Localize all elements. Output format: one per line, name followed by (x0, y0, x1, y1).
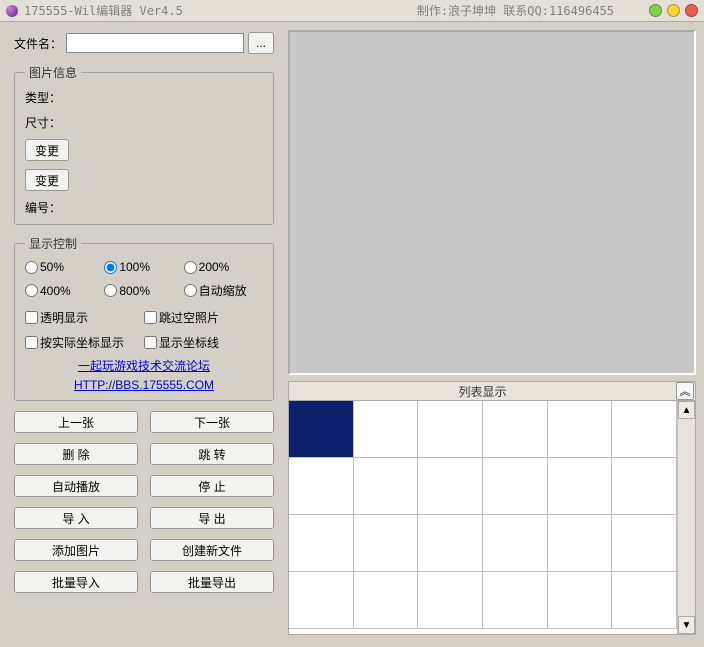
chk-real-coord[interactable]: 按实际坐标显示 (25, 334, 144, 351)
scroll-up-icon[interactable]: ▲ (678, 401, 695, 419)
list-item[interactable] (289, 401, 354, 458)
size-label: 尺寸： (25, 114, 263, 131)
list-item[interactable] (483, 401, 548, 458)
list-item[interactable] (354, 515, 419, 572)
list-item[interactable] (354, 401, 419, 458)
list-title: 列表显示 (458, 385, 506, 399)
chk-skip-empty[interactable]: 跳过空照片 (144, 309, 263, 326)
prev-button[interactable]: 上一张 (14, 411, 138, 433)
forum-link[interactable]: 一起玩游戏技术交流论坛 (78, 357, 210, 374)
batch-export-button[interactable]: 批量导出 (150, 571, 274, 593)
list-item[interactable] (612, 458, 677, 515)
maximize-button[interactable] (667, 4, 680, 17)
change-button-1[interactable]: 变更 (25, 139, 69, 161)
filename-input[interactable] (66, 33, 244, 53)
jump-button[interactable]: 跳 转 (150, 443, 274, 465)
list-item[interactable] (418, 515, 483, 572)
list-item[interactable] (289, 572, 354, 629)
scroll-down-icon[interactable]: ▼ (678, 616, 695, 634)
preview-area (288, 30, 696, 375)
list-item[interactable] (418, 458, 483, 515)
image-info-group: 图片信息 类型： 尺寸： 变更 变更 编号： (14, 64, 274, 225)
thumbnail-grid[interactable] (289, 401, 677, 634)
display-legend: 显示控制 (25, 235, 81, 252)
id-label: 编号： (25, 199, 263, 216)
zoom-800[interactable]: 800% (104, 282, 183, 299)
list-header: 列表显示 ︽ (288, 381, 696, 401)
list-item[interactable] (418, 572, 483, 629)
type-label: 类型： (25, 89, 263, 106)
scroll-track[interactable] (678, 419, 695, 616)
title-bar: 175555-Wil编辑器 Ver4.5 制作:浪子坤坤 联系QQ:116496… (0, 0, 704, 22)
change-button-2[interactable]: 变更 (25, 169, 69, 191)
list-item[interactable] (483, 515, 548, 572)
zoom-100[interactable]: 100% (104, 260, 183, 274)
list-item[interactable] (548, 401, 613, 458)
list-item[interactable] (612, 515, 677, 572)
list-item[interactable] (289, 515, 354, 572)
list-item[interactable] (548, 515, 613, 572)
zoom-400[interactable]: 400% (25, 282, 104, 299)
browse-button[interactable]: ... (248, 32, 274, 54)
zoom-200[interactable]: 200% (184, 260, 263, 274)
list-item[interactable] (418, 401, 483, 458)
nav-button-grid: 上一张 下一张 删 除 跳 转 自动播放 停 止 导 入 导 出 添加图片 创建… (14, 411, 274, 593)
filename-row: 文件名： ... (14, 32, 274, 54)
batch-import-button[interactable]: 批量导入 (14, 571, 138, 593)
list-item[interactable] (483, 572, 548, 629)
close-button[interactable] (685, 4, 698, 17)
next-button[interactable]: 下一张 (150, 411, 274, 433)
new-file-button[interactable]: 创建新文件 (150, 539, 274, 561)
collapse-list-icon[interactable]: ︽ (676, 382, 694, 400)
minimize-button[interactable] (649, 4, 662, 17)
list-item[interactable] (612, 401, 677, 458)
import-button[interactable]: 导 入 (14, 507, 138, 529)
list-item[interactable] (354, 458, 419, 515)
zoom-50[interactable]: 50% (25, 260, 104, 274)
add-image-button[interactable]: 添加图片 (14, 539, 138, 561)
filename-label: 文件名： (14, 35, 62, 52)
autoplay-button[interactable]: 自动播放 (14, 475, 138, 497)
right-panel: 列表显示 ︽ (288, 22, 704, 647)
chk-transparent[interactable]: 透明显示 (25, 309, 144, 326)
display-control-group: 显示控制 50% 100% 200% 400% 800% 自动缩放 透明显示 跳… (14, 235, 274, 401)
list-item[interactable] (612, 572, 677, 629)
list-body: ▲ ▼ (288, 401, 696, 635)
vertical-scrollbar[interactable]: ▲ ▼ (677, 401, 695, 634)
title-text-left: 175555-Wil编辑器 Ver4.5 (24, 2, 183, 19)
zoom-auto[interactable]: 自动缩放 (184, 282, 263, 299)
chk-show-axis[interactable]: 显示坐标线 (144, 334, 263, 351)
list-item[interactable] (548, 572, 613, 629)
export-button[interactable]: 导 出 (150, 507, 274, 529)
list-item[interactable] (548, 458, 613, 515)
title-text-right: 制作:浪子坤坤 联系QQ:116496455 (417, 2, 614, 19)
list-item[interactable] (354, 572, 419, 629)
bbs-link[interactable]: HTTP://BBS.175555.COM (74, 378, 214, 392)
delete-button[interactable]: 删 除 (14, 443, 138, 465)
list-item[interactable] (483, 458, 548, 515)
stop-button[interactable]: 停 止 (150, 475, 274, 497)
left-panel: 文件名： ... 图片信息 类型： 尺寸： 变更 变更 编号： 显示控制 50%… (0, 22, 288, 647)
app-icon (6, 5, 18, 17)
list-item[interactable] (289, 458, 354, 515)
image-info-legend: 图片信息 (25, 64, 81, 81)
